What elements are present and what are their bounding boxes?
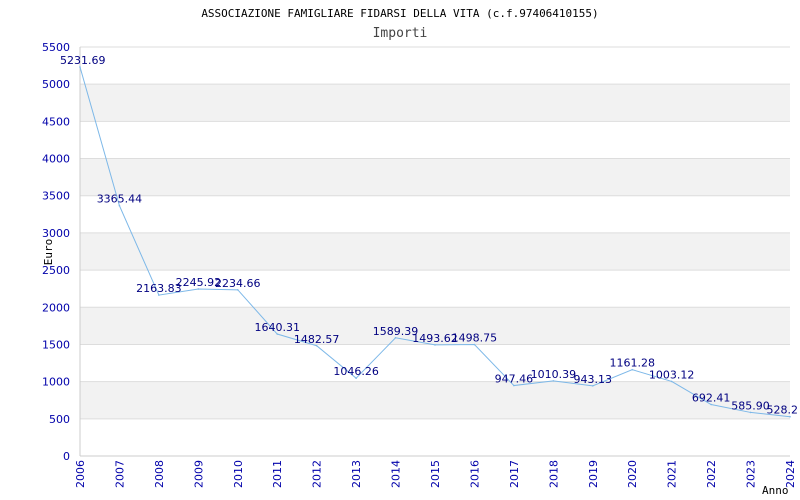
x-tick-label: 2014 xyxy=(390,460,403,488)
x-tick-labels: 2006 2007 2008 2009 2010 2011 2012 2013 2014 2015… xyxy=(74,460,797,488)
y-tick-label: 4500 xyxy=(42,115,70,128)
data-label: 692.41 xyxy=(692,392,731,405)
x-tick-label: 2022 xyxy=(705,460,718,488)
x-tick-label: 2013 xyxy=(350,460,363,488)
x-tick-label: 2015 xyxy=(429,460,442,488)
x-tick-label: 2011 xyxy=(271,460,284,488)
y-tick-label: 4000 xyxy=(42,153,70,166)
x-tick-label: 2018 xyxy=(547,460,560,488)
data-label: 528.2 xyxy=(767,404,799,417)
data-label: 3365.44 xyxy=(97,193,143,206)
line-chart: 0500100015002000250030003500400045005000… xyxy=(42,7,799,497)
grid-band xyxy=(80,158,790,196)
chart-title: ASSOCIAZIONE FAMIGLIARE FIDARSI DELLA VI… xyxy=(201,7,598,20)
x-tick-label: 2019 xyxy=(587,460,600,488)
data-label: 1498.75 xyxy=(452,332,498,345)
data-label: 1482.57 xyxy=(294,333,340,346)
x-tick-label: 2012 xyxy=(311,460,324,488)
data-label: 943.13 xyxy=(574,373,613,386)
y-tick-label: 500 xyxy=(49,413,70,426)
x-tick-label: 2008 xyxy=(153,460,166,488)
data-label: 1003.12 xyxy=(649,368,695,381)
x-tick-label: 2017 xyxy=(508,460,521,488)
data-label: 2234.66 xyxy=(215,277,261,290)
x-tick-label: 2021 xyxy=(666,460,679,488)
y-tick-label: 3000 xyxy=(42,227,70,240)
y-tick-label: 1000 xyxy=(42,376,70,389)
data-label: 585.90 xyxy=(731,399,770,412)
data-label: 1010.39 xyxy=(531,368,577,381)
y-axis-label: Euro xyxy=(42,239,55,266)
data-label: 5231.69 xyxy=(60,54,106,67)
x-tick-label: 2010 xyxy=(232,460,245,488)
data-label: 1046.26 xyxy=(333,365,379,378)
grid-band xyxy=(80,381,790,419)
grid-band xyxy=(80,232,790,271)
x-tick-label: 2020 xyxy=(626,460,639,488)
chart-subtitle: Importi xyxy=(373,26,428,41)
data-label: 947.46 xyxy=(495,373,534,386)
y-tick-label: 2000 xyxy=(42,301,70,314)
y-tick-label: 3500 xyxy=(42,190,70,203)
y-tick-label: 0 xyxy=(63,450,70,463)
x-tick-label: 2007 xyxy=(113,460,126,488)
y-tick-label: 5500 xyxy=(42,41,70,54)
x-tick-label: 2016 xyxy=(468,460,481,488)
x-tick-label: 2023 xyxy=(745,460,758,488)
x-tick-label: 2009 xyxy=(192,460,205,488)
y-tick-label: 1500 xyxy=(42,338,70,351)
x-tick-label: 2006 xyxy=(74,460,87,488)
y-tick-label: 5000 xyxy=(42,78,70,91)
grid-band xyxy=(80,84,790,122)
x-axis-label: Anno xyxy=(762,484,789,497)
